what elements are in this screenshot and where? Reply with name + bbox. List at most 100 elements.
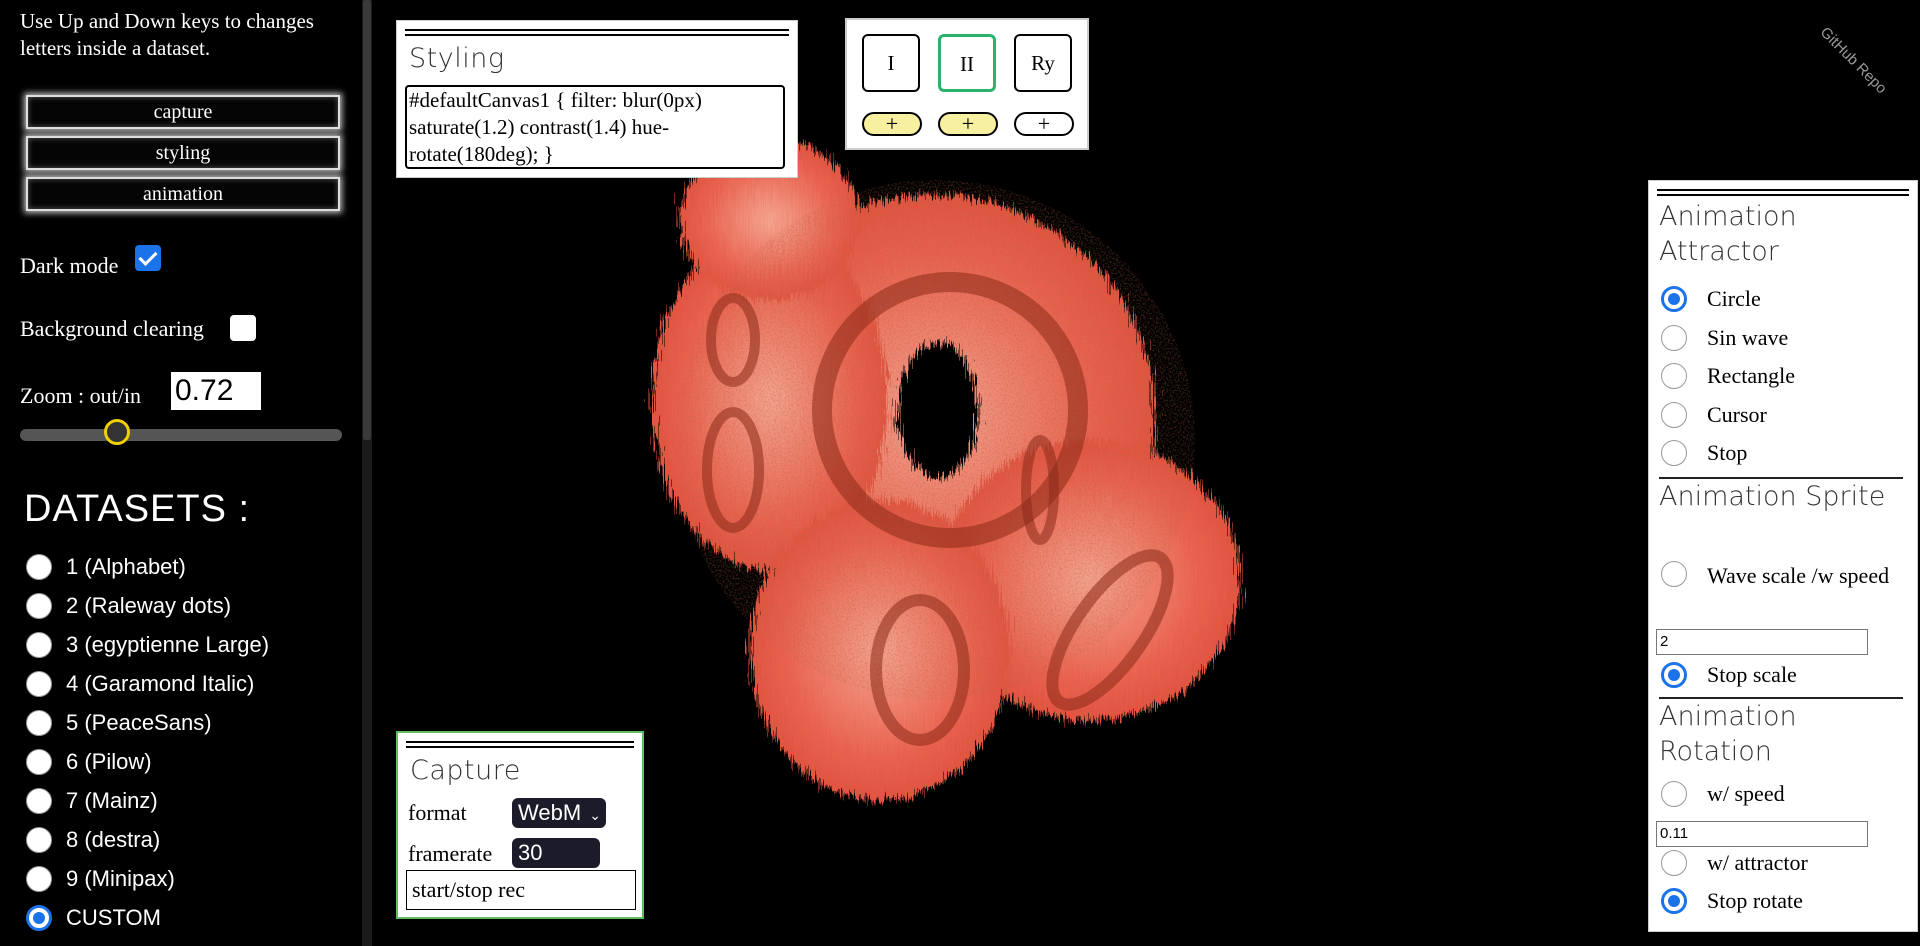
wave-scale-radio[interactable] bbox=[1661, 561, 1687, 587]
attractor-option[interactable]: Cursor bbox=[1661, 401, 1767, 428]
dark-mode-label: Dark mode bbox=[20, 253, 119, 278]
framerate-label: framerate bbox=[408, 841, 493, 866]
dataset-radio[interactable] bbox=[26, 632, 52, 658]
zoom-slider-thumb[interactable] bbox=[103, 419, 130, 445]
sidebar-scrollbar[interactable] bbox=[362, 0, 372, 946]
capture-button[interactable]: capture bbox=[26, 95, 340, 129]
dataset-option[interactable]: 7 (Mainz) bbox=[26, 786, 158, 816]
dataset-radio[interactable] bbox=[26, 827, 52, 853]
stop-rotate-option[interactable]: Stop rotate bbox=[1661, 888, 1803, 914]
animation-panel: Animation Attractor Circle Sin wave Rectan… bbox=[1648, 180, 1918, 932]
w-speed-option[interactable]: w/ speed bbox=[1661, 781, 1785, 807]
dataset-radio[interactable] bbox=[26, 749, 52, 775]
dark-mode-checkbox[interactable] bbox=[135, 245, 161, 271]
dataset-label: 7 (Mainz) bbox=[66, 788, 158, 813]
w-speed-input[interactable]: 0.11 bbox=[1656, 821, 1868, 847]
dataset-option[interactable]: CUSTOM bbox=[26, 903, 161, 933]
chevron-down-icon: ⌄ bbox=[589, 807, 602, 823]
attractor-option[interactable]: Circle bbox=[1661, 286, 1761, 312]
attractor-title: Animation Attractor bbox=[1659, 201, 1797, 267]
dataset-option[interactable]: 1 (Alphabet) bbox=[26, 552, 186, 582]
stop-scale-option[interactable]: Stop scale bbox=[1661, 662, 1797, 688]
dataset-label: 2 (Raleway dots) bbox=[66, 593, 232, 618]
dataset-button-2[interactable]: II bbox=[938, 34, 996, 92]
zoom-slider[interactable] bbox=[20, 429, 342, 441]
add-button-1[interactable]: + bbox=[862, 112, 922, 136]
datasets-title: DATASETS : bbox=[24, 488, 251, 530]
styling-panel: Styling #defaultCanvas1 { filter: blur(0… bbox=[396, 20, 798, 178]
dataset-option[interactable]: 8 (destra) bbox=[26, 825, 160, 855]
dataset-option[interactable]: 9 (Minipax) bbox=[26, 864, 175, 894]
background-clearing-label: Background clearing bbox=[20, 316, 204, 341]
generative-canvas bbox=[652, 140, 1240, 800]
zoom-label: Zoom : out/in bbox=[20, 383, 141, 408]
w-speed-radio[interactable] bbox=[1661, 781, 1687, 807]
background-clearing-checkbox[interactable] bbox=[230, 315, 256, 341]
attractor-label: Rectangle bbox=[1707, 363, 1795, 388]
attractor-option[interactable]: Sin wave bbox=[1661, 324, 1789, 351]
wave-scale-option[interactable]: Wave scale /w speed bbox=[1661, 561, 1906, 588]
dataset-button-3[interactable]: Ry bbox=[1014, 34, 1072, 92]
attractor-label: Cursor bbox=[1707, 401, 1767, 427]
stop-scale-radio[interactable] bbox=[1661, 662, 1687, 688]
styling-css-textarea[interactable]: #defaultCanvas1 { filter: blur(0px) satu… bbox=[405, 85, 785, 169]
art-blob bbox=[652, 140, 1240, 800]
dataset-label: CUSTOM bbox=[66, 905, 161, 930]
sprite-title: Animation Sprite bbox=[1659, 481, 1886, 512]
add-button-3[interactable]: + bbox=[1014, 112, 1074, 136]
attractor-radio[interactable] bbox=[1661, 286, 1687, 312]
dataset-option[interactable]: 3 (egyptienne Large) bbox=[26, 630, 269, 660]
dataset-radio[interactable] bbox=[26, 866, 52, 892]
attractor-radio[interactable] bbox=[1661, 363, 1687, 389]
styling-button[interactable]: styling bbox=[26, 136, 340, 170]
capture-title: Capture bbox=[410, 755, 521, 786]
dataset-radio[interactable] bbox=[26, 554, 52, 580]
w-speed-label: w/ speed bbox=[1707, 781, 1785, 806]
dataset-button-1[interactable]: I bbox=[862, 34, 920, 92]
add-button-2[interactable]: + bbox=[938, 112, 998, 136]
w-attractor-label: w/ attractor bbox=[1707, 850, 1808, 875]
dataset-option[interactable]: 4 (Garamond Italic) bbox=[26, 669, 254, 699]
attractor-radio[interactable] bbox=[1661, 324, 1687, 351]
scrollbar-thumb[interactable] bbox=[363, 0, 371, 440]
dataset-radio[interactable] bbox=[26, 671, 52, 697]
github-repo-link[interactable]: GitHub Repo bbox=[1817, 24, 1890, 97]
start-stop-rec-button[interactable]: start/stop rec bbox=[406, 870, 636, 910]
attractor-label: Stop bbox=[1707, 440, 1748, 465]
dataset-option[interactable]: 6 (Pilow) bbox=[26, 747, 152, 777]
dataset-label: 3 (egyptienne Large) bbox=[66, 632, 270, 657]
stop-scale-label: Stop scale bbox=[1707, 662, 1797, 687]
format-select[interactable]: WebM ⌄ bbox=[512, 798, 606, 828]
attractor-option[interactable]: Rectangle bbox=[1661, 363, 1795, 389]
dataset-radio[interactable] bbox=[26, 710, 52, 736]
styling-title: Styling bbox=[409, 43, 505, 74]
stop-rotate-label: Stop rotate bbox=[1707, 888, 1803, 913]
animation-button[interactable]: animation bbox=[26, 177, 340, 211]
dataset-option[interactable]: 2 (Raleway dots) bbox=[26, 591, 231, 621]
dataset-label: 4 (Garamond Italic) bbox=[66, 671, 255, 696]
dataset-radio[interactable] bbox=[26, 593, 52, 619]
wave-scale-input[interactable]: 2 bbox=[1656, 629, 1868, 655]
stop-rotate-radio[interactable] bbox=[1661, 888, 1687, 914]
dataset-radio[interactable] bbox=[26, 788, 52, 814]
zoom-input[interactable]: 0.72 bbox=[171, 372, 261, 410]
dataset-label: 6 (Pilow) bbox=[66, 749, 152, 774]
attractor-radio[interactable] bbox=[1661, 401, 1687, 428]
help-text: Use Up and Down keys to changes letters … bbox=[20, 9, 314, 60]
dataset-label: 9 (Minipax) bbox=[66, 866, 175, 891]
wave-scale-label: Wave scale /w speed bbox=[1707, 563, 1890, 588]
dataset-option[interactable]: 5 (PeaceSans) bbox=[26, 708, 212, 738]
dataset-button-panel: I II Ry + + + bbox=[845, 18, 1089, 150]
dataset-label: 8 (destra) bbox=[66, 827, 161, 852]
attractor-option[interactable]: Stop bbox=[1661, 440, 1747, 466]
attractor-radio[interactable] bbox=[1661, 440, 1687, 466]
attractor-label: Circle bbox=[1707, 286, 1761, 311]
dataset-radio[interactable] bbox=[26, 905, 52, 931]
rotation-title: Animation Rotation bbox=[1659, 701, 1797, 767]
capture-panel: Capture format WebM ⌄ framerate 30 start… bbox=[396, 731, 644, 919]
w-attractor-option[interactable]: w/ attractor bbox=[1661, 850, 1808, 876]
attractor-label: Sin wave bbox=[1707, 324, 1789, 350]
framerate-input[interactable]: 30 bbox=[512, 838, 600, 868]
w-attractor-radio[interactable] bbox=[1661, 850, 1687, 876]
format-value: WebM bbox=[518, 800, 582, 825]
